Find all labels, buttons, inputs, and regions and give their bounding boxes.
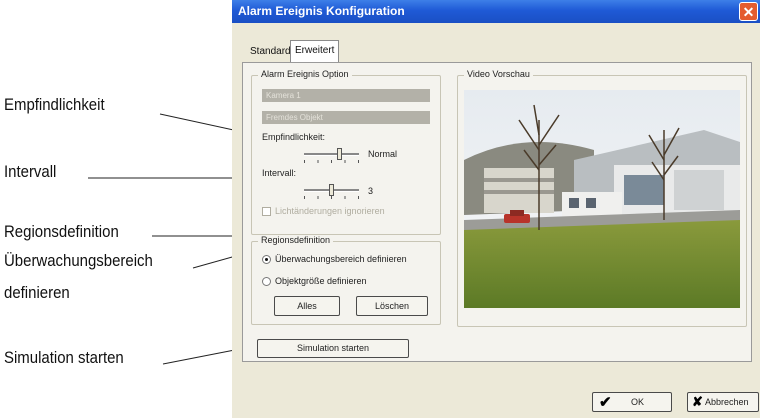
video-preview-image: [464, 90, 740, 308]
event-type-field: Fremdes Objekt: [262, 111, 430, 124]
radio-define-monitoring-area[interactable]: [262, 255, 271, 264]
ok-label: OK: [631, 397, 645, 407]
video-preview-legend: Video Vorschau: [464, 69, 533, 79]
close-button[interactable]: ✕: [739, 2, 758, 21]
camera-field: Kamera 1: [262, 89, 430, 102]
video-preview-group: Video Vorschau: [457, 69, 747, 327]
cancel-label: Abbrechen: [705, 397, 749, 407]
define-monitoring-area-label[interactable]: Überwachungsbereich definieren: [275, 254, 407, 264]
ignore-light-label: Lichtänderungen ignorieren: [275, 206, 385, 216]
tab-standard[interactable]: Standard: [246, 42, 295, 62]
tab-panel-erweitert: Alarm Ereignis Option Kamera 1 Fremdes O…: [242, 62, 752, 362]
interval-value: 3: [368, 186, 374, 196]
sensitivity-label: Empfindlichkeit:: [262, 132, 326, 142]
check-icon: ✔: [599, 394, 612, 411]
ok-button[interactable]: ✔ OK: [592, 392, 672, 412]
cancel-x-icon: ✘: [692, 394, 703, 409]
select-all-button[interactable]: Alles: [274, 296, 340, 316]
radio-define-object-size[interactable]: [262, 277, 271, 286]
interval-label: Intervall:: [262, 168, 297, 178]
tab-erweitert[interactable]: Erweitert: [290, 40, 340, 62]
delete-button[interactable]: Löschen: [356, 296, 428, 316]
alarm-option-legend: Alarm Ereignis Option: [258, 69, 352, 79]
define-object-size-label[interactable]: Objektgröße definieren: [275, 276, 367, 286]
cancel-button[interactable]: ✘ Abbrechen: [687, 392, 759, 412]
region-definition-group: Regionsdefinition Überwachungsbereich de…: [251, 235, 441, 325]
title-bar[interactable]: Alarm Ereignis Konfiguration ✕: [232, 0, 760, 23]
interval-slider-thumb[interactable]: [329, 184, 334, 196]
region-definition-legend: Regionsdefinition: [258, 235, 334, 245]
interval-slider[interactable]: [304, 182, 359, 200]
dialog-title: Alarm Ereignis Konfiguration: [238, 4, 405, 18]
sensitivity-slider[interactable]: [304, 146, 359, 164]
ignore-light-checkbox[interactable]: [262, 207, 271, 216]
dialog-window: Alarm Ereignis Konfiguration ✕ Standard …: [232, 0, 760, 418]
sensitivity-slider-thumb[interactable]: [337, 148, 342, 160]
sensitivity-value: Normal: [368, 149, 398, 159]
alarm-option-group: Alarm Ereignis Option Kamera 1 Fremdes O…: [251, 69, 441, 235]
simulation-start-button[interactable]: Simulation starten: [257, 339, 409, 358]
